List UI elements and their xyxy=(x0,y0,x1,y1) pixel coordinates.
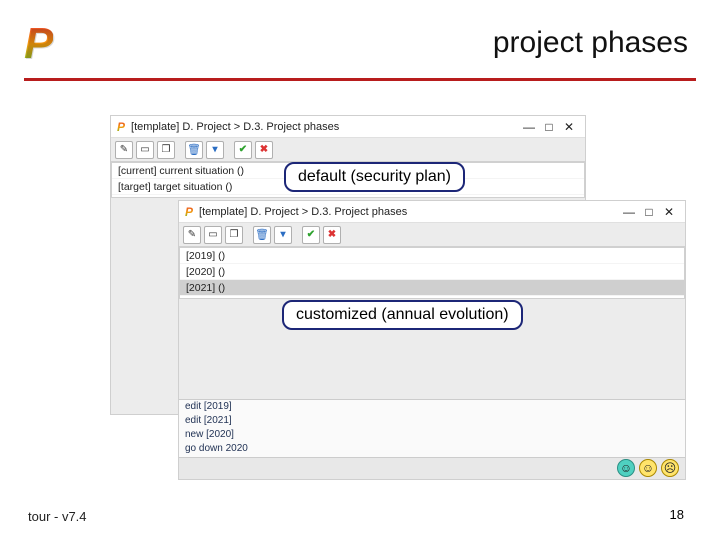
page-number: 18 xyxy=(670,507,684,522)
cancel-icon[interactable] xyxy=(323,226,341,244)
slide: P project phases P [template] D. Project… xyxy=(0,0,720,540)
minimize-button[interactable]: — xyxy=(519,120,539,134)
face-neutral-icon[interactable]: ☺ xyxy=(639,459,657,477)
close-button[interactable]: ✕ xyxy=(659,205,679,219)
callout-default: default (security plan) xyxy=(284,162,465,192)
window-title: [template] D. Project > D.3. Project pha… xyxy=(131,121,519,133)
minimize-button[interactable]: — xyxy=(619,205,639,219)
history-list: edit [2019] edit [2021] new [2020] go do… xyxy=(179,399,685,457)
cancel-icon[interactable] xyxy=(255,141,273,159)
titlebar: P [template] D. Project > D.3. Project p… xyxy=(179,201,685,223)
toolbar xyxy=(179,223,685,247)
history-item: edit [2019] xyxy=(179,400,685,414)
app-p-icon: P xyxy=(185,205,193,219)
window-title: [template] D. Project > D.3. Project pha… xyxy=(199,206,619,218)
close-button[interactable]: ✕ xyxy=(559,120,579,134)
down-icon[interactable] xyxy=(206,141,224,159)
history-item: new [2020] xyxy=(179,428,685,442)
edit-icon[interactable] xyxy=(115,141,133,159)
titlebar: P [template] D. Project > D.3. Project p… xyxy=(111,116,585,138)
title-underline xyxy=(24,78,696,81)
copy-icon[interactable] xyxy=(225,226,243,244)
confirm-icon[interactable] xyxy=(234,141,252,159)
face-happy-icon[interactable]: ☺ xyxy=(617,459,635,477)
list-item[interactable]: [2020] () xyxy=(180,264,684,280)
list-item[interactable]: [2021] () xyxy=(180,280,684,296)
history-item: edit [2021] xyxy=(179,414,685,428)
history-item: go down 2020 xyxy=(179,442,685,456)
face-sad-icon[interactable]: ☹ xyxy=(661,459,679,477)
down-icon[interactable] xyxy=(274,226,292,244)
maximize-button[interactable]: □ xyxy=(539,120,559,134)
edit-icon[interactable] xyxy=(183,226,201,244)
content-stage: P [template] D. Project > D.3. Project p… xyxy=(0,100,720,480)
toolbar xyxy=(111,138,585,162)
phase-list: [2019] () [2020] () [2021] () xyxy=(179,247,685,299)
status-faces: ☺ ☺ ☹ xyxy=(617,459,679,477)
window-customized: P [template] D. Project > D.3. Project p… xyxy=(178,200,686,480)
delete-icon[interactable] xyxy=(253,226,271,244)
callout-customized: customized (annual evolution) xyxy=(282,300,523,330)
logo-p: P xyxy=(24,22,53,66)
copy-icon[interactable] xyxy=(157,141,175,159)
app-p-icon: P xyxy=(117,120,125,134)
maximize-button[interactable]: □ xyxy=(639,205,659,219)
confirm-icon[interactable] xyxy=(302,226,320,244)
slide-title: project phases xyxy=(493,26,688,60)
new-icon[interactable] xyxy=(204,226,222,244)
statusbar: ☺ ☺ ☹ xyxy=(179,457,685,479)
footer-version: tour - v7.4 xyxy=(28,509,87,524)
new-icon[interactable] xyxy=(136,141,154,159)
list-item[interactable]: [2019] () xyxy=(180,248,684,264)
delete-icon[interactable] xyxy=(185,141,203,159)
